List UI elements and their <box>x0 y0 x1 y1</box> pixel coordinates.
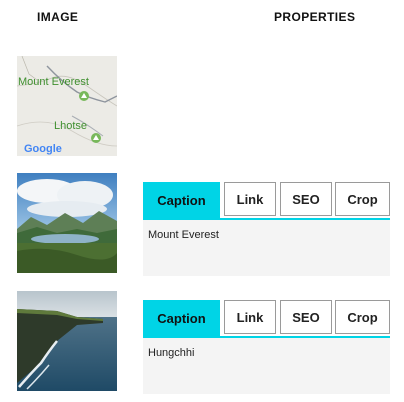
map-label-everest: Mount Everest <box>18 76 89 88</box>
map-thumbnail[interactable]: Mount Everest Lhotse Google <box>17 56 117 156</box>
mountain-lake-thumbnail[interactable] <box>17 173 117 273</box>
tab-caption[interactable]: Caption <box>143 300 220 336</box>
tab-link[interactable]: Link <box>224 182 276 216</box>
caption-field[interactable]: Hungchhi <box>143 338 390 394</box>
tab-seo[interactable]: SEO <box>280 182 332 216</box>
tab-caption[interactable]: Caption <box>143 182 220 218</box>
tab-crop[interactable]: Crop <box>335 182 390 216</box>
properties-column-header: PROPERTIES <box>274 10 356 24</box>
sea-cliffs-thumbnail[interactable] <box>17 291 117 391</box>
map-label-lhotse: Lhotse <box>54 120 87 132</box>
image-column-header: IMAGE <box>37 10 79 24</box>
google-logo: Google <box>24 143 62 155</box>
tab-seo[interactable]: SEO <box>280 300 332 334</box>
image-properties-panel: Caption Link SEO Crop Mount Everest <box>143 182 390 276</box>
tab-link[interactable]: Link <box>224 300 276 334</box>
caption-field[interactable]: Mount Everest <box>143 220 390 276</box>
properties-tabs: Caption Link SEO Crop <box>143 182 390 220</box>
tab-crop[interactable]: Crop <box>335 300 390 334</box>
image-properties-panel: Caption Link SEO Crop Hungchhi <box>143 300 390 394</box>
properties-tabs: Caption Link SEO Crop <box>143 300 390 338</box>
